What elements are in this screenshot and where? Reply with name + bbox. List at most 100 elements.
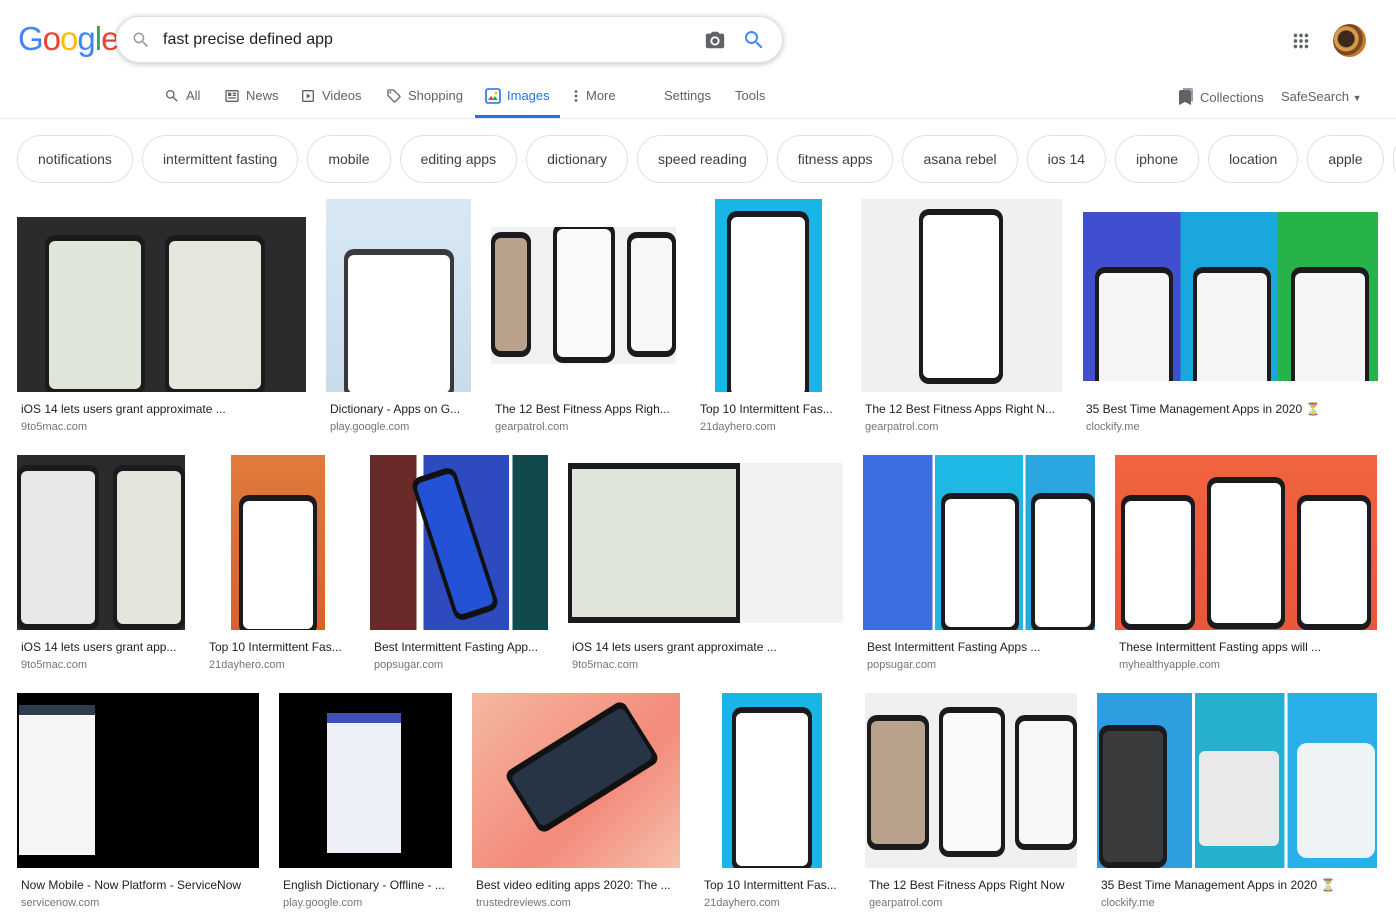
tab-images[interactable]: Images (475, 80, 560, 118)
result-title[interactable]: Best Intermittent Fasting Apps ... (867, 640, 1095, 654)
result-source: 9to5mac.com (21, 659, 88, 671)
chip-notifications[interactable]: notifications (17, 135, 133, 183)
tab-more[interactable]: More (572, 80, 616, 118)
result-thumbnail[interactable] (865, 693, 1077, 868)
safesearch-label: SafeSearch (1281, 89, 1349, 104)
image-result[interactable]: The 12 Best Fitness Apps Righ... gearpat… (491, 199, 676, 439)
image-result[interactable]: Now Mobile - Now Platform - ServiceNow s… (17, 693, 259, 916)
image-result[interactable]: 35 Best Time Management Apps in 2020 ⏳ c… (1097, 693, 1377, 916)
image-result[interactable]: Best Intermittent Fasting Apps ... popsu… (863, 455, 1095, 680)
tab-videos[interactable]: Videos (300, 80, 362, 118)
image-result[interactable]: Best video editing apps 2020: The ... tr… (472, 693, 680, 916)
result-title[interactable]: iOS 14 lets users grant approximate ... (572, 640, 842, 654)
tab-label: News (246, 88, 279, 103)
result-thumbnail[interactable] (861, 199, 1062, 392)
result-thumbnail[interactable] (17, 455, 185, 630)
camera-icon[interactable] (703, 29, 727, 51)
result-source: clockify.me (1086, 421, 1140, 433)
image-result[interactable]: Best Intermittent Fasting App... popsuga… (370, 455, 548, 680)
result-title[interactable]: Now Mobile - Now Platform - ServiceNow (21, 878, 259, 892)
image-result[interactable]: iOS 14 lets users grant approximate ... … (568, 455, 843, 680)
bookmark-icon (1179, 88, 1193, 105)
chip-more[interactable] (1392, 135, 1396, 183)
settings-link[interactable]: Settings (664, 88, 711, 103)
result-thumbnail[interactable] (491, 227, 676, 364)
account-avatar[interactable] (1333, 24, 1366, 57)
chip-iphone[interactable]: iphone (1115, 135, 1200, 183)
result-source: 9to5mac.com (21, 421, 88, 433)
search-submit-icon[interactable] (742, 28, 766, 52)
tag-icon (387, 89, 401, 103)
image-result[interactable]: Top 10 Intermittent Fas... 21dayhero.com (696, 199, 841, 439)
result-thumbnail[interactable] (715, 199, 822, 392)
result-source: 21dayhero.com (209, 659, 285, 671)
chip-editing-apps[interactable]: editing apps (399, 135, 518, 183)
result-title[interactable]: Dictionary - Apps on G... (330, 402, 470, 416)
apps-grid-icon[interactable] (1290, 30, 1312, 52)
result-title[interactable]: iOS 14 lets users grant approximate ... (21, 402, 301, 416)
result-title[interactable]: The 12 Best Fitness Apps Righ... (495, 402, 675, 416)
search-box[interactable] (116, 16, 783, 63)
safesearch-dropdown[interactable]: SafeSearch ▼ (1281, 89, 1361, 104)
result-thumbnail[interactable] (326, 199, 471, 392)
result-thumbnail[interactable] (279, 693, 452, 868)
chip-asana-rebel[interactable]: asana rebel (902, 135, 1018, 183)
logo-letter: o (42, 20, 61, 57)
result-thumbnail[interactable] (370, 455, 548, 630)
image-result[interactable]: The 12 Best Fitness Apps Right N... gear… (861, 199, 1062, 439)
tab-all[interactable]: All (164, 80, 200, 118)
image-result[interactable]: English Dictionary - Offline - ... play.… (279, 693, 452, 916)
image-result[interactable]: Dictionary - Apps on G... play.google.co… (326, 199, 471, 439)
result-title[interactable]: iOS 14 lets users grant app... (21, 640, 185, 654)
result-title[interactable]: Best Intermittent Fasting App... (374, 640, 548, 654)
result-title[interactable]: 35 Best Time Management Apps in 2020 ⏳ (1086, 402, 1376, 416)
result-title[interactable]: 35 Best Time Management Apps in 2020 ⏳ (1101, 878, 1377, 892)
result-title[interactable]: Top 10 Intermittent Fas... (704, 878, 844, 892)
chip-dictionary[interactable]: dictionary (526, 135, 629, 183)
result-title[interactable]: Top 10 Intermittent Fas... (209, 640, 349, 654)
chip-fitness-apps[interactable]: fitness apps (776, 135, 894, 183)
result-thumbnail[interactable] (472, 693, 680, 868)
result-thumbnail[interactable] (1115, 455, 1377, 630)
result-title[interactable]: English Dictionary - Offline - ... (283, 878, 452, 892)
image-result[interactable]: The 12 Best Fitness Apps Right Now gearp… (865, 693, 1077, 916)
tab-news[interactable]: News (224, 80, 279, 118)
result-thumbnail[interactable] (1097, 693, 1377, 868)
chip-ios-14[interactable]: ios 14 (1026, 135, 1107, 183)
chip-intermittent-fasting[interactable]: intermittent fasting (141, 135, 299, 183)
image-result[interactable]: 35 Best Time Management Apps in 2020 ⏳ c… (1082, 199, 1378, 439)
logo-letter: o (60, 20, 78, 57)
image-result[interactable]: These Intermittent Fasting apps will ...… (1115, 455, 1377, 680)
result-thumbnail[interactable] (568, 463, 843, 623)
image-result[interactable]: iOS 14 lets users grant app... 9to5mac.c… (17, 455, 185, 680)
image-result[interactable]: Top 10 Intermittent Fas... 21dayhero.com (205, 455, 350, 680)
result-source: clockify.me (1101, 897, 1155, 909)
result-thumbnail[interactable] (722, 693, 822, 868)
google-logo[interactable]: Google (18, 20, 119, 57)
image-result[interactable]: Top 10 Intermittent Fas... 21dayhero.com (700, 693, 845, 916)
tab-label: All (186, 88, 201, 103)
news-icon (225, 90, 239, 102)
result-title[interactable]: Top 10 Intermittent Fas... (700, 402, 840, 416)
result-thumbnail[interactable] (231, 455, 325, 630)
result-thumbnail[interactable] (1083, 212, 1378, 381)
search-input[interactable] (163, 27, 683, 53)
result-title[interactable]: The 12 Best Fitness Apps Right Now (869, 878, 1077, 892)
result-thumbnail[interactable] (17, 217, 306, 392)
result-source: trustedreviews.com (476, 897, 571, 909)
chip-mobile[interactable]: mobile (307, 135, 391, 183)
chip-location[interactable]: location (1208, 135, 1299, 183)
result-thumbnail[interactable] (863, 455, 1095, 630)
result-title[interactable]: Best video editing apps 2020: The ... (476, 878, 680, 892)
chip-apple[interactable]: apple (1307, 135, 1384, 183)
tab-shopping[interactable]: Shopping (386, 80, 463, 118)
image-result[interactable]: iOS 14 lets users grant approximate ... … (17, 199, 306, 439)
chip-speed-reading[interactable]: speed reading (637, 135, 768, 183)
result-title[interactable]: The 12 Best Fitness Apps Right N... (865, 402, 1061, 416)
tools-link[interactable]: Tools (735, 88, 765, 103)
result-thumbnail[interactable] (17, 693, 259, 868)
logo-letter: g (77, 20, 95, 57)
result-title[interactable]: These Intermittent Fasting apps will ... (1119, 640, 1377, 654)
search-icon (166, 90, 178, 102)
collections-link[interactable]: Collections (1178, 88, 1264, 106)
